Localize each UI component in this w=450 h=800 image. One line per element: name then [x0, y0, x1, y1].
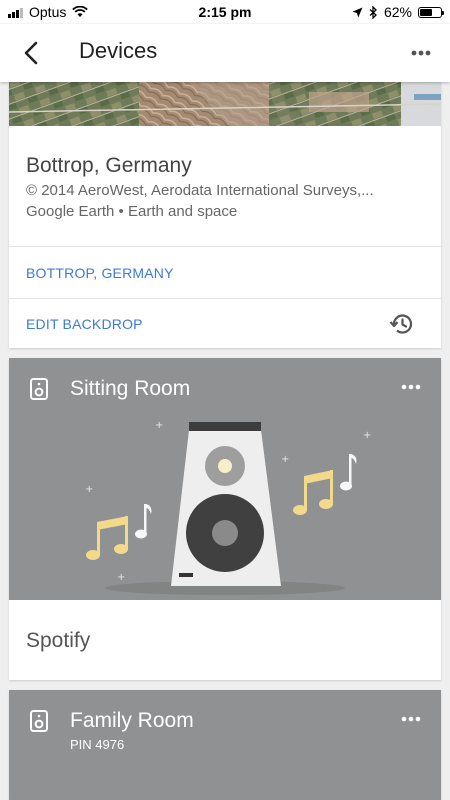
device-name: Family Room [70, 709, 194, 732]
bluetooth-icon [369, 5, 377, 19]
battery-fill [420, 8, 432, 16]
device-card[interactable]: Family Room PIN 4976 [9, 690, 441, 800]
more-horizontal-icon[interactable] [397, 378, 425, 396]
more-horizontal-icon[interactable] [406, 40, 436, 66]
now-playing-app[interactable]: Spotify [26, 629, 90, 653]
svg-text:+: + [281, 454, 289, 465]
status-bar: Optus 2:15 pm 62% [0, 0, 450, 24]
device-card-header: Family Room PIN 4976 [9, 690, 441, 800]
image-credit: © 2014 AeroWest, Aerodata International … [26, 182, 374, 199]
chevron-left-icon[interactable] [16, 37, 48, 69]
location-link[interactable]: BOTTROP, GERMANY [26, 265, 174, 281]
edit-backdrop-link[interactable]: EDIT BACKDROP [26, 316, 143, 332]
battery-percent: 62% [383, 4, 412, 20]
divider [9, 298, 441, 299]
location-arrow-icon [352, 7, 363, 17]
svg-text:+: + [117, 572, 125, 583]
speaker-icon [30, 710, 48, 732]
image-source: Google Earth • Earth and space [26, 203, 238, 220]
svg-text:+: + [155, 420, 163, 431]
speaker-illustration: + + + + + [85, 420, 371, 595]
location-title: Bottrop, Germany [26, 154, 192, 177]
earth-backdrop-image [9, 82, 441, 126]
battery-icon [418, 6, 444, 18]
svg-text:+: + [363, 430, 371, 441]
history-icon[interactable] [389, 311, 415, 337]
divider [9, 246, 441, 247]
device-card-header: Sitting Room + + + + + [9, 358, 441, 600]
device-name: Sitting Room [70, 377, 191, 400]
app-bar: Devices [0, 24, 450, 82]
svg-text:+: + [85, 484, 93, 495]
device-card[interactable]: Sitting Room + + + + + Spotify [9, 358, 441, 680]
more-horizontal-icon[interactable] [397, 710, 425, 728]
location-card: Bottrop, Germany © 2014 AeroWest, Aeroda… [9, 82, 441, 348]
page-title: Devices [79, 38, 158, 63]
speaker-icon [30, 378, 48, 400]
device-pin: PIN 4976 [70, 737, 125, 752]
status-right: 62% [352, 4, 444, 20]
